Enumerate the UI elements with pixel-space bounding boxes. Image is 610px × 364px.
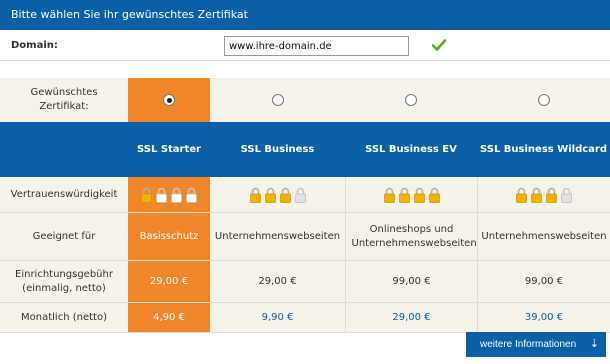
row-label: Geeignet für: [32, 230, 96, 242]
product-radio-cell-0[interactable]: [128, 78, 210, 122]
setup-fee-cell-2: 99,00 €: [345, 261, 477, 302]
product-header-3: SSL Business Wildcard: [477, 122, 610, 177]
monthly-fee-cell-2: 29,00 €: [345, 303, 477, 332]
selection-row: Gewünschtes Zertifikat:: [0, 78, 610, 122]
setup-fee-row-label: Einrichtungsgebühr (einmalig, netto): [0, 261, 128, 302]
product-radio-cell-3[interactable]: [477, 78, 610, 122]
setup-fee-cell-0: 29,00 €: [128, 261, 210, 302]
product-radio-cell-2[interactable]: [345, 78, 477, 122]
radio-ssl-starter[interactable]: [163, 94, 175, 106]
padlock-icon: [156, 187, 167, 203]
trust-locks: [516, 187, 572, 203]
padlock-icon: [428, 187, 440, 203]
setup-fee-row: Einrichtungsgebühr (einmalig, netto) 29,…: [0, 261, 610, 303]
fit-text: Basisschutz: [139, 230, 199, 242]
more-info-button[interactable]: weitere Informationen ⇣: [466, 332, 606, 357]
trust-row: Vertrauenswürdigkeit: [0, 177, 610, 213]
padlock-icon: [531, 187, 542, 203]
trust-cell-2: [345, 177, 477, 212]
trust-cell-3: [477, 177, 610, 212]
more-info-label: weitere Informationen: [480, 339, 577, 350]
fit-cell-3: Unternehmenswebseiten: [477, 213, 610, 260]
trust-locks: [249, 187, 306, 203]
padlock-icon: [186, 187, 197, 203]
radio-ssl-business-ev[interactable]: [405, 94, 417, 106]
fit-cell-0: Basisschutz: [128, 213, 210, 260]
setup-fee-value: 29,00 €: [149, 276, 189, 287]
monthly-fee-cell-1: 9,90 €: [210, 303, 345, 332]
page-title: Bitte wählen Sie ihr gewünschtes Zertifi…: [0, 0, 610, 30]
monthly-fee-value: 9,90 €: [261, 312, 294, 323]
monthly-fee-cell-3: 39,00 €: [477, 303, 610, 332]
padlock-icon: [141, 187, 152, 203]
arrow-down-icon: ⇣: [589, 338, 599, 350]
monthly-fee-value: 4,90 €: [153, 312, 185, 323]
fit-cell-2: Onlineshops und Unternehmenswebseiten: [345, 213, 477, 260]
padlock-icon: [398, 187, 410, 203]
product-header-0: SSL Starter: [128, 122, 210, 177]
product-name: SSL Business: [240, 144, 315, 155]
monthly-fee-value: 29,00 €: [392, 312, 431, 323]
product-name: SSL Starter: [137, 144, 201, 155]
check-icon: [432, 39, 446, 51]
setup-fee-value: 99,00 €: [392, 276, 431, 287]
padlock-icon: [249, 187, 261, 203]
monthly-fee-row-label: Monatlich (netto): [0, 303, 128, 332]
setup-fee-value: 29,00 €: [258, 276, 297, 287]
fit-text: Onlineshops und Unternehmenswebseiten: [351, 223, 477, 249]
row-label: Einrichtungsgebühr (einmalig, netto): [15, 268, 113, 294]
padlock-icon: [279, 187, 291, 203]
selection-label: Gewünschtes Zertifikat:: [30, 87, 98, 112]
product-name: SSL Business EV: [365, 144, 457, 155]
domain-input[interactable]: [224, 36, 409, 56]
trust-locks: [141, 187, 197, 203]
monthly-fee-value: 39,00 €: [524, 312, 564, 323]
fit-row: Geeignet für Basisschutz Unternehmensweb…: [0, 213, 610, 261]
padlock-icon: [546, 187, 557, 203]
radio-ssl-business[interactable]: [271, 94, 284, 106]
padlock-icon: [516, 187, 527, 203]
padlock-icon: [264, 187, 276, 203]
domain-row: Domain:: [0, 30, 610, 61]
trust-cell-1: [210, 177, 345, 212]
product-header-2: SSL Business EV: [345, 122, 477, 177]
setup-fee-cell-1: 29,00 €: [210, 261, 345, 302]
monthly-fee-cell-0: 4,90 €: [128, 303, 210, 332]
domain-label: Domain:: [11, 40, 58, 51]
selection-row-label: Gewünschtes Zertifikat:: [0, 78, 128, 122]
product-header-1: SSL Business: [210, 122, 345, 177]
padlock-icon: [413, 187, 425, 203]
padlock-icon: [294, 187, 306, 203]
padlock-icon: [171, 187, 182, 203]
setup-fee-cell-3: 99,00 €: [477, 261, 610, 302]
fit-cell-1: Unternehmenswebseiten: [210, 213, 345, 260]
row-label: Monatlich (netto): [21, 311, 107, 323]
fit-text: Unternehmenswebseiten: [481, 230, 607, 242]
setup-fee-value: 99,00 €: [524, 276, 564, 287]
fit-row-label: Geeignet für: [0, 213, 128, 260]
trust-locks: [383, 187, 440, 203]
radio-ssl-business-wildcard[interactable]: [537, 94, 550, 106]
row-label: Vertrauenswürdigkeit: [10, 188, 118, 200]
trust-cell-0: [128, 177, 210, 212]
trust-row-label: Vertrauenswürdigkeit: [0, 177, 128, 212]
product-radio-cell-1[interactable]: [210, 78, 345, 122]
monthly-fee-row: Monatlich (netto) 4,90 € 9,90 € 29,00 € …: [0, 303, 610, 333]
product-header-row: SSL Starter SSL Business SSL Business EV…: [0, 122, 610, 177]
fit-text: Unternehmenswebseiten: [214, 230, 341, 242]
padlock-icon: [383, 187, 395, 203]
product-name: SSL Business Wildcard: [479, 144, 608, 155]
padlock-icon: [561, 187, 572, 203]
